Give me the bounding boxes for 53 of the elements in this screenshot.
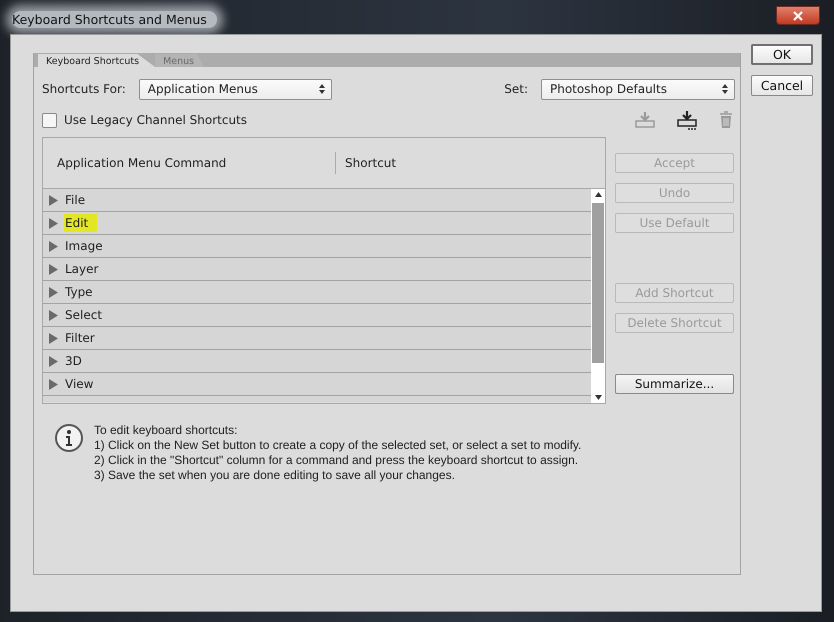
menu-row-label: Select xyxy=(64,307,104,324)
expand-arrow-icon xyxy=(49,378,58,390)
set-label: Set: xyxy=(504,82,528,96)
checkbox-label: Use Legacy Channel Shortcuts xyxy=(64,113,248,127)
window-title: Keyboard Shortcuts and Menus xyxy=(12,11,217,28)
expand-arrow-icon xyxy=(49,240,58,252)
download-tray-icon[interactable] xyxy=(677,110,697,130)
checkbox[interactable] xyxy=(42,112,57,128)
shortcuts-for-dropdown[interactable]: Application Menus xyxy=(138,78,332,100)
menu-row[interactable]: Type xyxy=(43,281,591,304)
menu-row-label: Type xyxy=(64,284,94,301)
expand-arrow-icon xyxy=(49,332,58,344)
set-dropdown[interactable]: Photoshop Defaults xyxy=(541,78,735,100)
menu-row[interactable]: Filter xyxy=(43,327,591,350)
dialog-button[interactable]: OK xyxy=(751,44,813,65)
menu-row-label: Image xyxy=(64,238,104,255)
menu-row[interactable]: Edit xyxy=(43,212,591,235)
menu-row[interactable]: Image xyxy=(43,235,591,258)
action-button[interactable]: Summarize... xyxy=(615,374,734,394)
updown-icon xyxy=(318,84,325,94)
info-icon xyxy=(54,423,84,453)
menu-row-label: View xyxy=(64,376,94,393)
column-header: Shortcut xyxy=(345,156,396,170)
expand-arrow-icon xyxy=(49,194,58,206)
dialog-button[interactable]: Cancel xyxy=(751,75,813,96)
menu-row[interactable]: View xyxy=(43,373,591,396)
instruction-text: To edit keyboard shortcuts: xyxy=(94,423,238,438)
close-button[interactable] xyxy=(776,6,820,25)
menu-row[interactable]: 3D xyxy=(43,350,591,373)
column-header: Application Menu Command xyxy=(56,156,228,170)
expand-arrow-icon xyxy=(49,264,58,274)
expand-arrow-icon xyxy=(49,218,58,228)
updown-icon xyxy=(722,84,728,94)
menu-row[interactable]: File xyxy=(43,189,591,212)
instruction-text: 2) Click in the "Shortcut" column for a command and press the keyboard shortcut to assign. xyxy=(94,453,580,468)
menu-row-label: Edit xyxy=(64,214,98,232)
close-icon xyxy=(792,10,804,20)
menu-row-label: Filter xyxy=(64,330,96,347)
expand-arrow-icon xyxy=(49,310,58,320)
menu-row-label: File xyxy=(64,192,86,209)
scrollbar[interactable] xyxy=(591,189,605,403)
expand-arrow-icon xyxy=(49,356,58,366)
scroll-up-icon[interactable] xyxy=(594,192,602,197)
instruction-text: 3) Save the set when you are done editing to save all your changes. xyxy=(94,468,456,483)
tab[interactable]: Keyboard Shortcuts xyxy=(38,54,156,67)
shortcuts-for-label: Shortcuts For: xyxy=(42,82,126,96)
scroll-down-icon[interactable] xyxy=(594,395,602,400)
instruction-text: 1) Click on the New Set button to create a copy of the selected set, or select a set to modify. xyxy=(94,438,582,453)
expand-arrow-icon xyxy=(49,286,58,298)
menu-row[interactable]: Select xyxy=(43,304,591,327)
menu-row-label: Layer xyxy=(64,261,100,278)
menu-row-label: 3D xyxy=(64,353,83,370)
menu-row[interactable]: Layer xyxy=(43,258,591,281)
